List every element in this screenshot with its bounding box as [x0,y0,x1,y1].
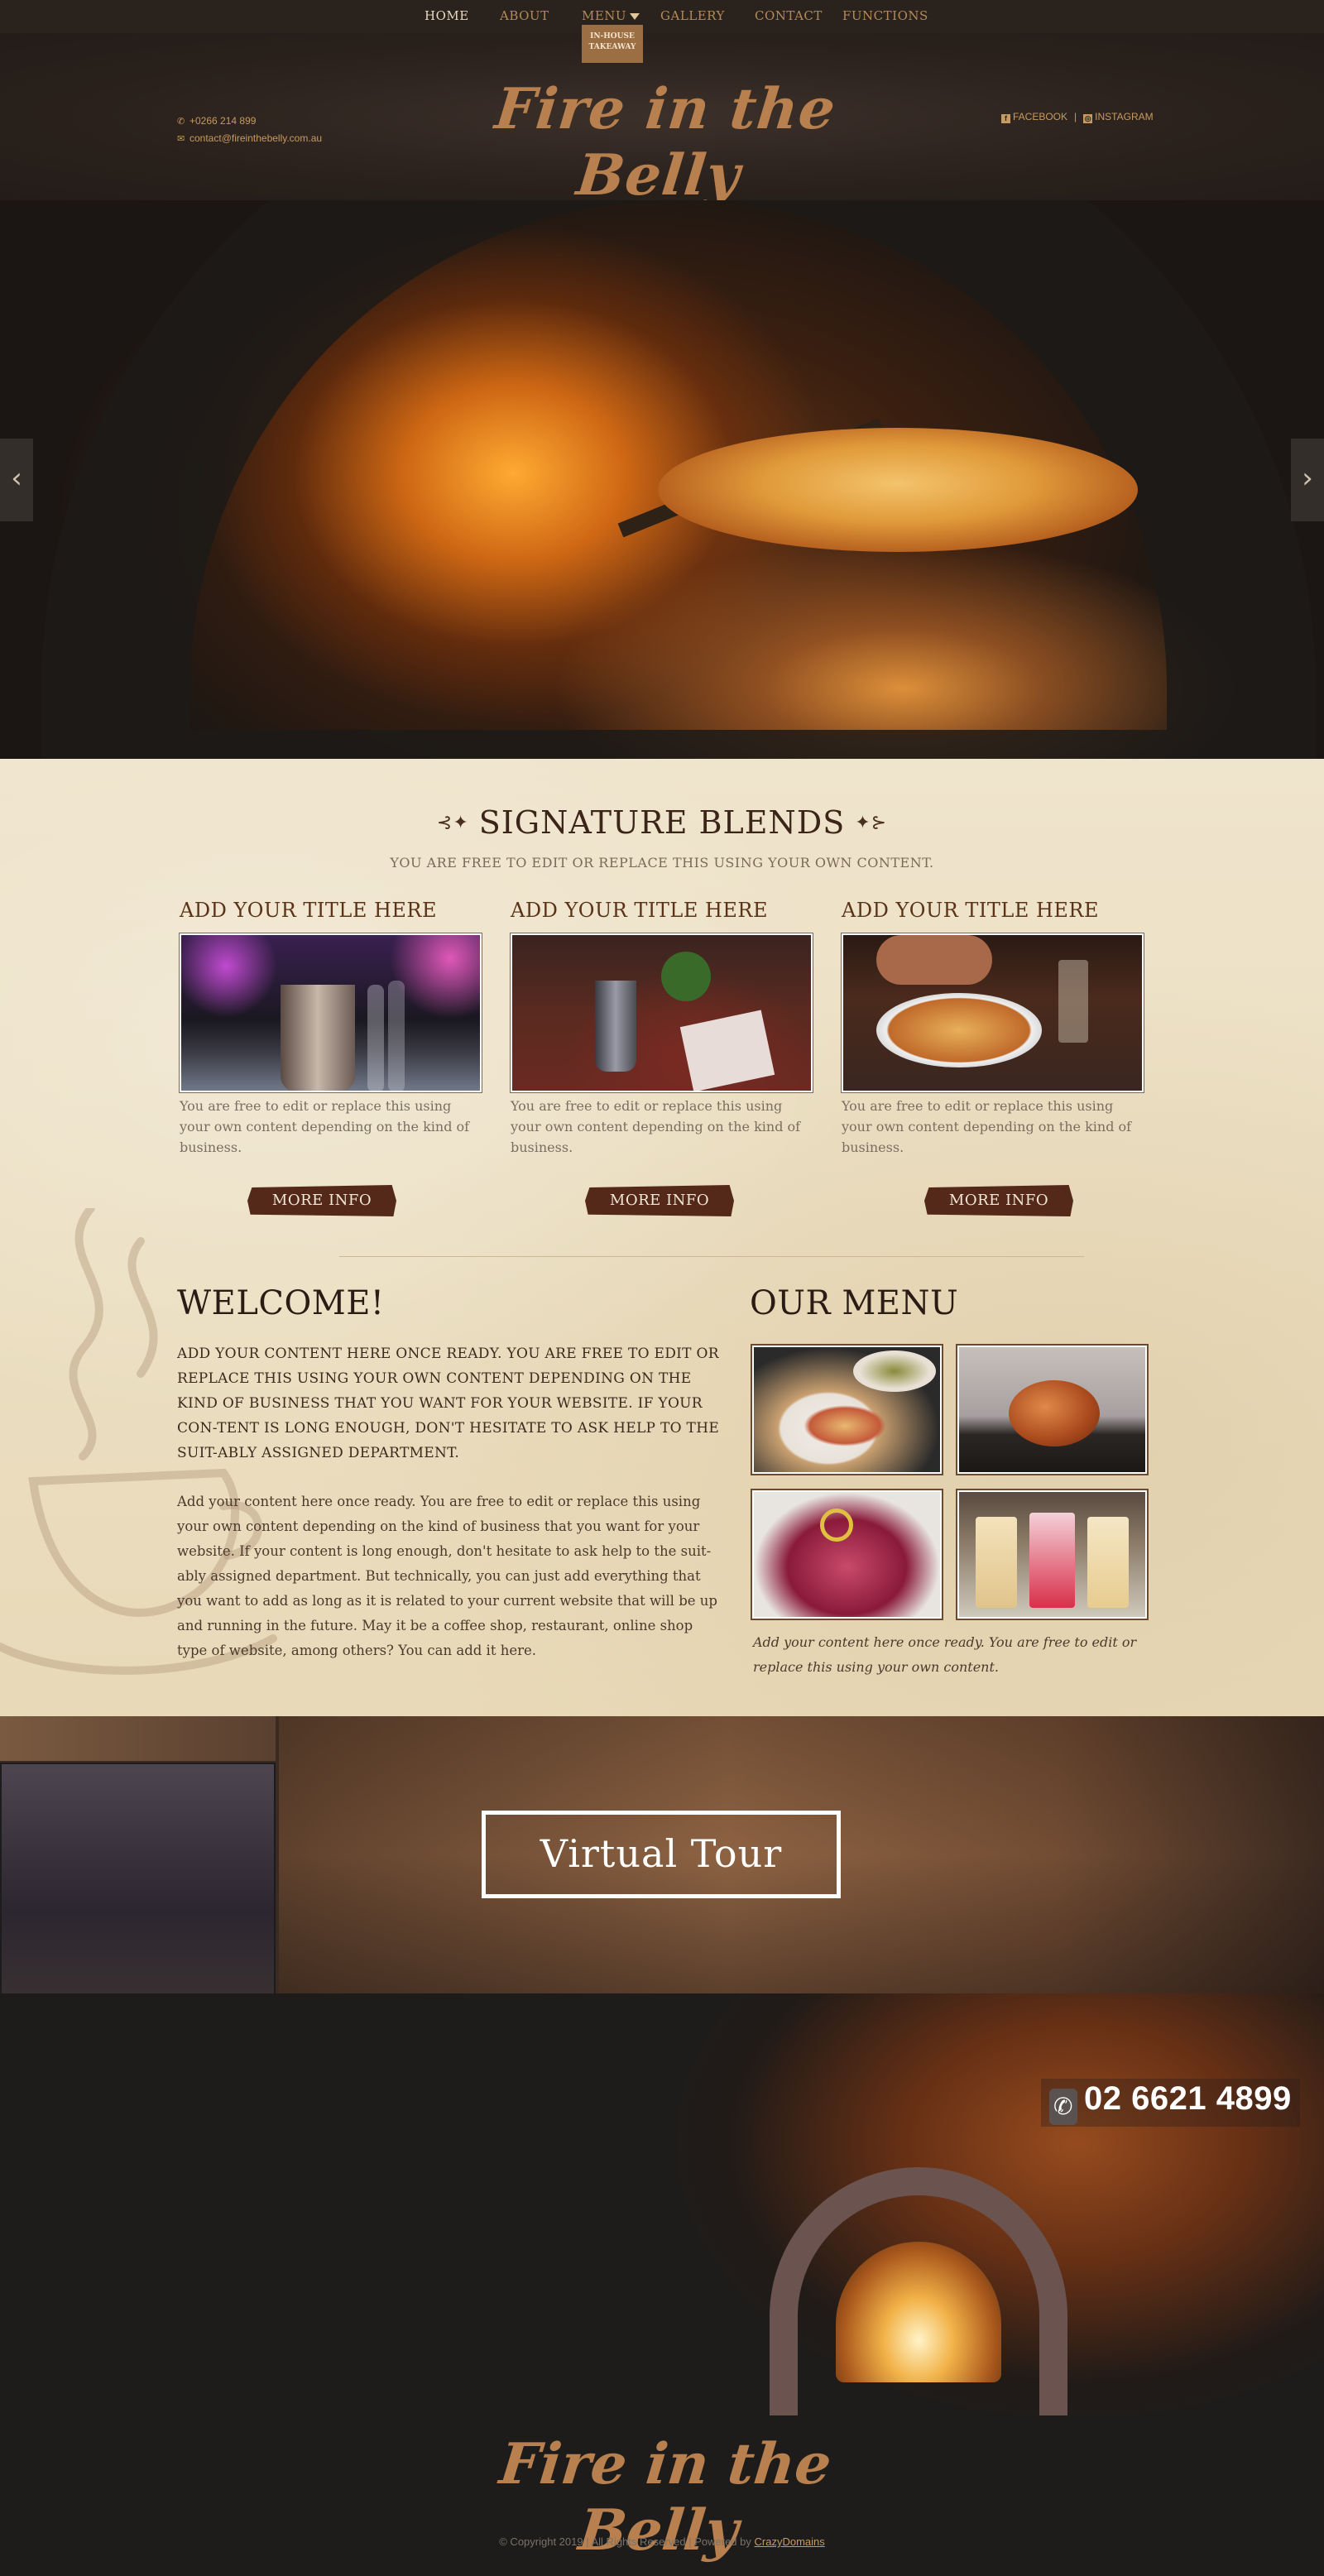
facebook-link[interactable]: f FACEBOOK [1001,111,1068,123]
envelope-icon: ✉ [177,134,185,144]
champagne-bucket-image [180,933,482,1092]
ornament-left-icon: ⊰✦ [436,813,469,833]
card-text: You are free to edit or replace this usi… [180,1098,470,1155]
slider-next-button[interactable]: › [1291,439,1324,521]
top-nav: HOME ABOUT MENU GALLERY CONTACT FUNCTION… [0,0,1324,34]
signature-card: ADD YOUR TITLE HERE You are free to edit… [180,899,482,1158]
card-title: ADD YOUR TITLE HERE [842,899,1100,922]
footer-phone-number: 02 6621 4899 [1084,2080,1292,2117]
copyright: © Copyright 2019 | All Rights Reserved |… [0,2535,1324,2548]
more-info-button[interactable]: MORE INFO [924,1185,1073,1216]
our-menu-title: OUR MENU [750,1284,959,1322]
signature-title-text: SIGNATURE BLENDS [478,804,846,841]
nav-item-about[interactable]: ABOUT [500,8,549,23]
nav-item-contact[interactable]: CONTACT [755,8,823,23]
social-separator: | [1074,111,1077,122]
facebook-label: FACEBOOK [1013,111,1068,122]
phone-line[interactable]: ✆ +0266 214 899 [177,113,322,130]
facebook-icon: f [1001,114,1010,123]
virtual-tour-button[interactable]: Virtual Tour [482,1811,841,1898]
nav-items: HOME ABOUT MENU GALLERY CONTACT FUNCTION… [0,0,1324,33]
instagram-link[interactable]: ◎ INSTAGRAM [1083,111,1154,123]
ornament-right-icon: ✦⊱ [855,813,888,833]
tour-side-image [0,1716,279,1993]
chevron-down-icon [630,13,640,20]
card-title: ADD YOUR TITLE HERE [511,899,769,922]
section-divider [339,1256,1084,1257]
section-subtitle: YOU ARE FREE TO EDIT OR REPLACE THIS USI… [390,855,934,871]
hero-slider: ‹ › [0,200,1324,759]
signature-card: ADD YOUR TITLE HERE You are free to edit… [511,899,813,1158]
menu-thumb-milkshakes[interactable] [957,1490,1147,1619]
phone-icon: ✆ [1049,2089,1077,2125]
card-text: You are free to edit or replace this usi… [511,1098,801,1155]
menu-thumb-dessert[interactable] [752,1490,942,1619]
header-phone: +0266 214 899 [189,115,257,127]
tour-side-top [0,1716,276,1761]
header-email: contact@fireinthebelly.com.au [189,132,323,144]
phone-icon: ✆ [177,117,185,127]
nav-item-gallery[interactable]: GALLERY [660,8,725,23]
contact-info: ✆ +0266 214 899 ✉ contact@fireinthebelly.c… [177,113,322,147]
social-links: f FACEBOOK | ◎ INSTAGRAM [1001,111,1154,123]
nav-item-menu[interactable]: MENU [582,8,640,23]
dropdown-item-in-house-takeaway[interactable]: IN-HOUSE TAKEAWAY [582,25,643,63]
section-title-signature-blends: ⊰✦ SIGNATURE BLENDS ✦⊱ [0,804,1324,841]
card-title: ADD YOUR TITLE HERE [180,899,438,922]
menu-thumb-bread[interactable] [957,1346,1147,1474]
nav-item-menu-label: MENU [582,8,627,23]
welcome-intro: ADD YOUR CONTENT HERE ONCE READY. YOU AR… [177,1346,720,1461]
instagram-label: INSTAGRAM [1095,111,1154,122]
email-line[interactable]: ✉ contact@fireinthebelly.com.au [177,130,322,147]
menu-thumb-pasta[interactable] [752,1346,942,1474]
card-text: You are free to edit or replace this usi… [842,1098,1132,1155]
wine-table-image [511,933,813,1092]
nav-item-functions[interactable]: FUNCTIONS [842,8,928,23]
chevron-left-icon: ‹ [11,462,22,495]
copyright-text: © Copyright 2019 | All Rights Reserved |… [499,2535,755,2548]
more-info-button[interactable]: MORE INFO [585,1185,734,1216]
pizza-image [658,428,1138,552]
footer-phone[interactable]: ✆ 02 6621 4899 [1041,2079,1300,2127]
welcome-title: WELCOME! [177,1284,385,1322]
bar-interior-image [0,1763,276,1993]
slider-prev-button[interactable]: ‹ [0,439,33,521]
nav-item-home[interactable]: HOME [425,8,469,23]
signature-card: ADD YOUR TITLE HERE You are free to edit… [842,899,1144,1158]
our-menu-caption: Add your content here once ready. You ar… [753,1634,1137,1675]
welcome-body: Add your content here once ready. You ar… [177,1494,717,1658]
powered-by-link[interactable]: CrazyDomains [755,2535,825,2548]
chevron-right-icon: › [1302,462,1313,495]
pizza-table-image [842,933,1144,1092]
instagram-icon: ◎ [1083,114,1093,123]
site-logo[interactable]: Fire in the Belly [457,76,868,209]
more-info-button[interactable]: MORE INFO [247,1185,396,1216]
